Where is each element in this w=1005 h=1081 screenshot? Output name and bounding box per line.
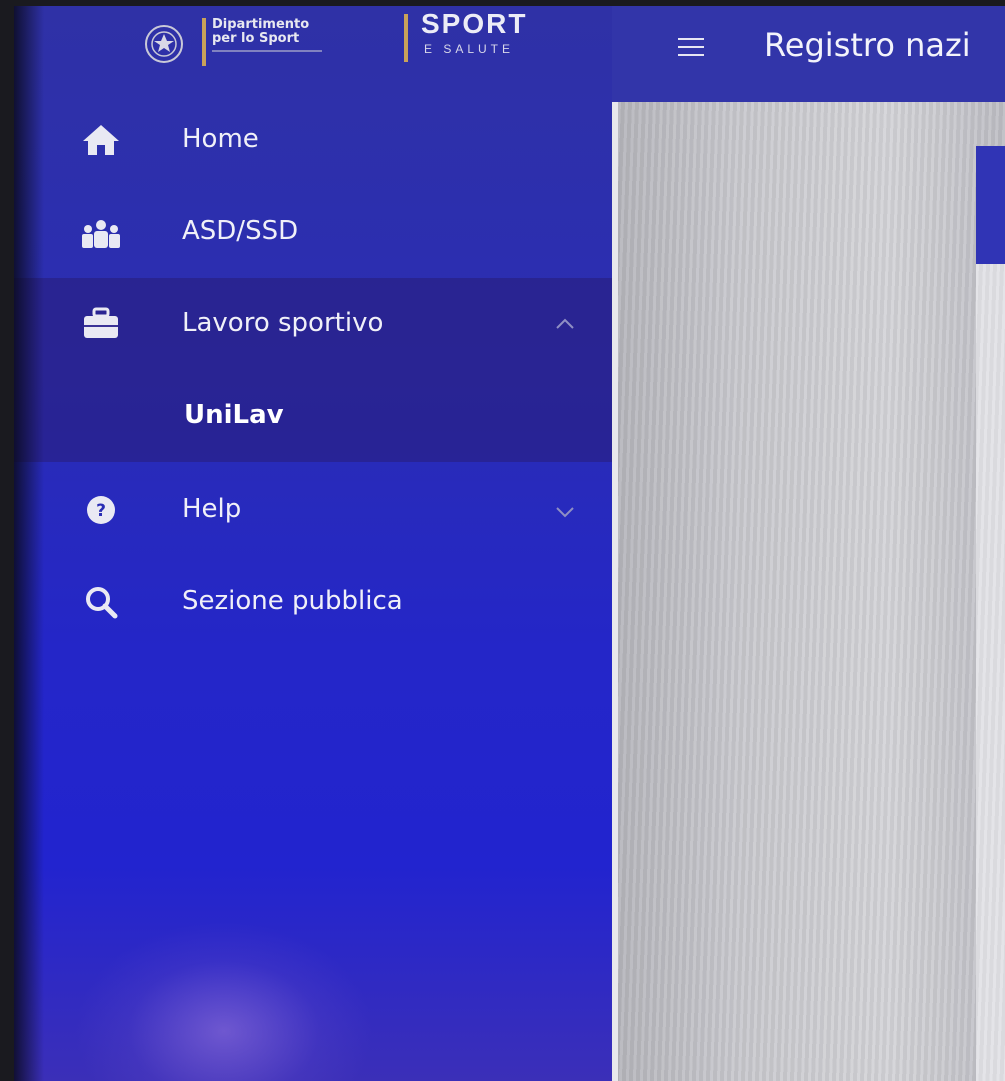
sidebar-item-help[interactable]: ? Help [14, 462, 612, 554]
help-icon: ? [80, 492, 122, 528]
sidebar-item-asd-ssd[interactable]: ASD/SSD [14, 186, 612, 278]
main-content [612, 102, 1005, 1081]
italian-republic-emblem-icon [145, 25, 183, 63]
top-header: Registro nazi [612, 6, 1005, 102]
sport-logo-title: SPORT [421, 8, 528, 39]
sidebar-subitem-unilav[interactable]: UniLav [14, 370, 612, 462]
page-title: Registro nazi [764, 26, 971, 64]
sidebar: Dipartimento per lo Sport SPORT E SALUTE… [14, 6, 612, 1081]
department-line-1: Dipartimento [212, 17, 310, 32]
fine-print-lines [212, 50, 322, 52]
logo-bar: Dipartimento per lo Sport SPORT E SALUTE [14, 6, 612, 86]
department-fine-print [212, 49, 372, 55]
hamburger-line [678, 38, 704, 40]
chevron-down-icon[interactable] [554, 504, 576, 520]
card-header [976, 146, 1005, 264]
sidebar-item-sezione-pubblica[interactable]: Sezione pubblica [14, 554, 612, 646]
sport-accent-bar [404, 14, 408, 62]
sidebar-subitem-label: UniLav [184, 400, 284, 430]
search-icon [80, 584, 122, 620]
sport-logo-subtitle: E SALUTE [424, 42, 515, 56]
hamburger-line [678, 54, 704, 56]
svg-text:?: ? [96, 501, 106, 521]
department-name: Dipartimento per lo Sport [212, 18, 372, 55]
sidebar-item-label: ASD/SSD [182, 216, 299, 246]
chevron-up-icon[interactable] [554, 316, 576, 332]
sidebar-item-home[interactable]: Home [14, 94, 612, 186]
department-accent-bar [202, 18, 206, 66]
hamburger-line [678, 46, 704, 48]
screen: Dipartimento per lo Sport SPORT E SALUTE… [14, 6, 1005, 1081]
department-line-2: per lo Sport [212, 31, 300, 46]
briefcase-icon [80, 306, 122, 342]
home-icon [80, 122, 122, 158]
sidebar-item-label: Sezione pubblica [182, 586, 403, 616]
sidebar-item-label: Help [182, 494, 242, 524]
people-icon [80, 216, 122, 252]
sidebar-item-label: Home [182, 124, 259, 154]
hamburger-menu-button[interactable] [674, 32, 710, 62]
sidebar-item-label: Lavoro sportivo [182, 308, 384, 338]
sidebar-item-lavoro-sportivo[interactable]: Lavoro sportivo [14, 278, 612, 370]
card-body [976, 264, 1005, 1081]
